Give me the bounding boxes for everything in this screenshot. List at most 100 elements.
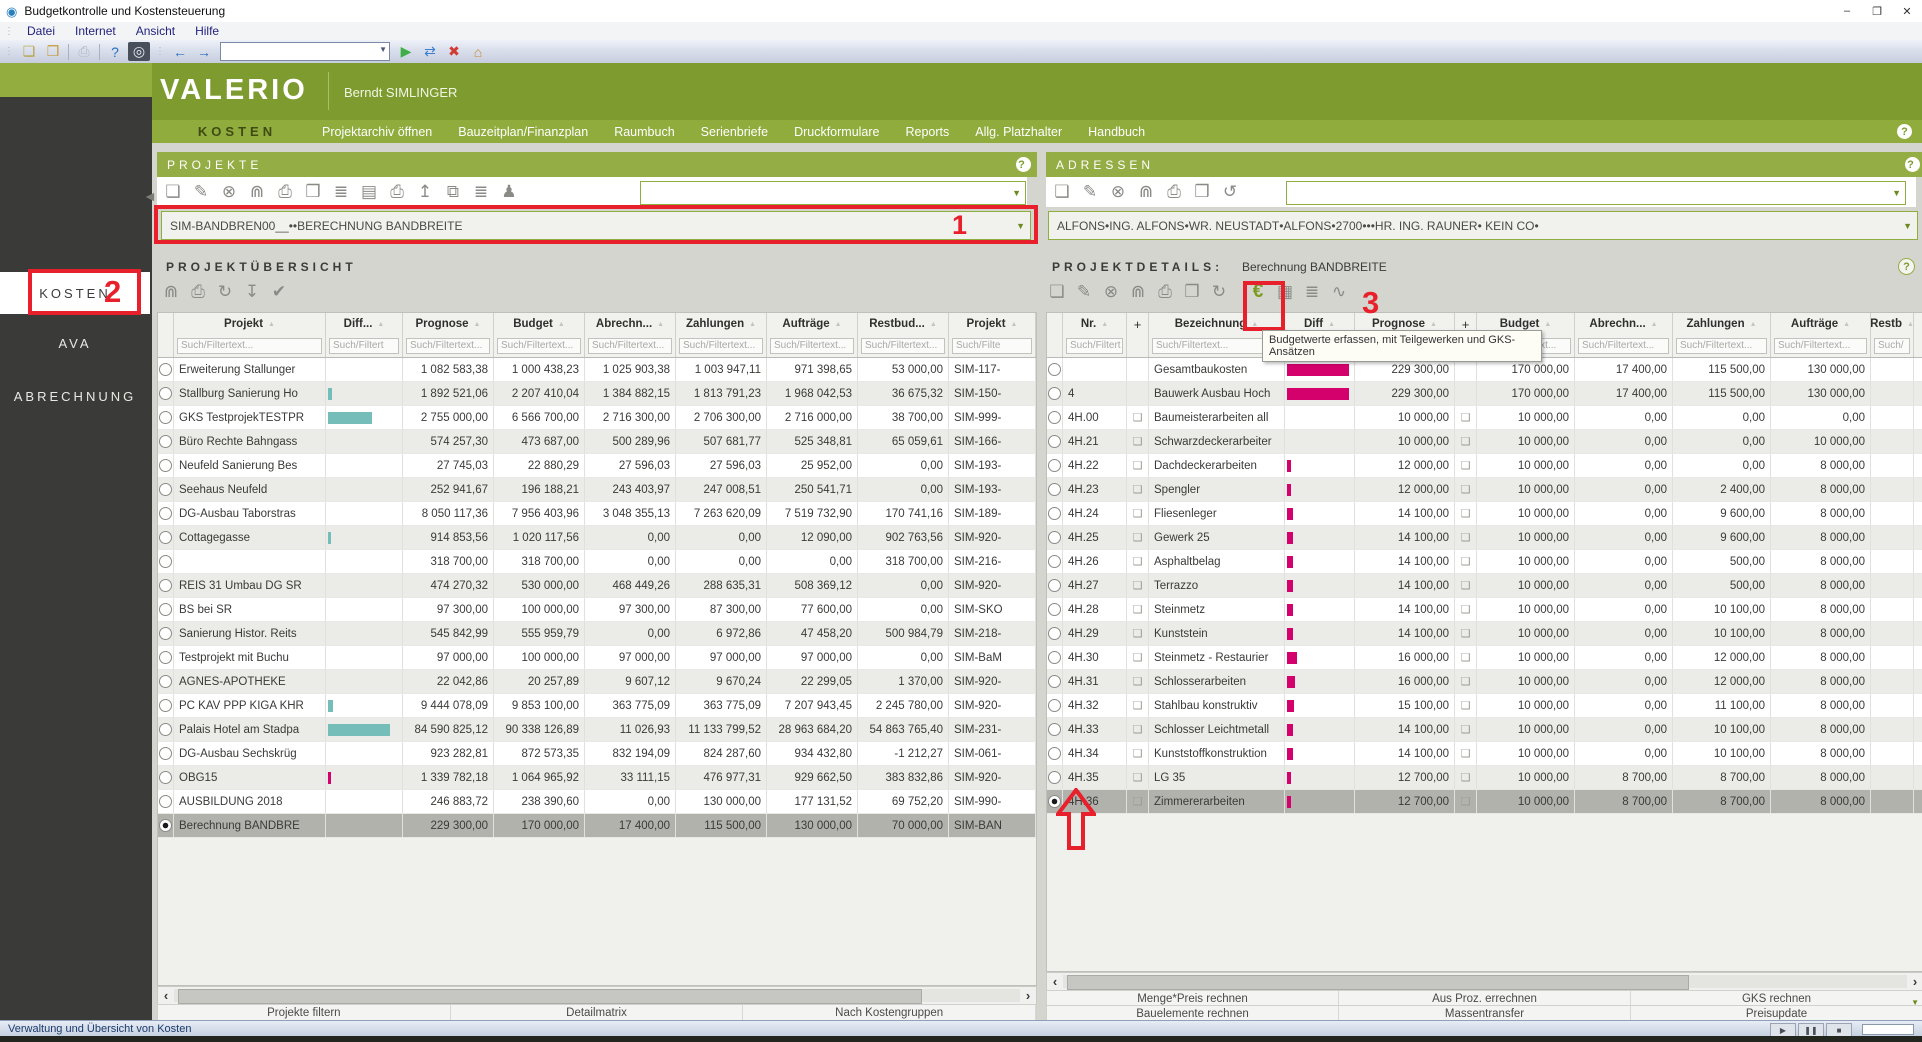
new-document-icon[interactable]: ❏ <box>18 42 40 61</box>
table-row[interactable]: Berechnung BANDBRE229 300,00170 000,0017… <box>158 814 1036 838</box>
filter-input[interactable]: Such/Filtertext... <box>177 338 322 354</box>
radio-button[interactable] <box>1048 483 1061 496</box>
radio-button[interactable] <box>159 771 172 784</box>
forward-icon[interactable]: → <box>193 42 215 61</box>
print-project-icon[interactable]: ⎙ <box>273 181 297 203</box>
document-icon[interactable]: ❏ <box>1461 795 1471 808</box>
menu-item-internet[interactable]: Internet <box>65 24 126 38</box>
document-icon[interactable]: ❏ <box>1461 699 1471 712</box>
radio-button[interactable] <box>159 459 172 472</box>
document-icon[interactable]: ❏ <box>1133 459 1143 472</box>
table-row[interactable]: 4H.28❏Steinmetz14 100,00❏10 000,000,0010… <box>1047 598 1922 622</box>
document-icon[interactable]: ❏ <box>1133 675 1143 688</box>
document-icon[interactable]: ❏ <box>1461 483 1471 496</box>
footer-tab-preisupdate[interactable]: Preisupdate <box>1631 1006 1922 1021</box>
sort-arrow-icon[interactable]: ▲ <box>1843 321 1850 328</box>
addresses-search-combobox[interactable]: ▼ <box>1286 181 1906 205</box>
table-row[interactable]: DG-Ausbau Sechskrüg923 282,81872 573,358… <box>158 742 1036 766</box>
radio-button[interactable] <box>159 411 172 424</box>
table-row[interactable]: OBG151 339 782,181 064 965,9233 111,1547… <box>158 766 1036 790</box>
radio-button[interactable] <box>1048 579 1061 592</box>
document-icon[interactable]: ❏ <box>1461 747 1471 760</box>
menu-item-datei[interactable]: Datei <box>17 24 65 38</box>
filter-input[interactable]: Such/Filtertext... <box>1578 338 1669 354</box>
radio-button[interactable] <box>159 819 172 832</box>
toolbar-combobox[interactable]: ▼ <box>220 42 390 61</box>
collapse-panel-icon[interactable]: ◄ <box>143 188 157 204</box>
radio-button[interactable] <box>1048 555 1061 568</box>
home-icon[interactable]: ⌂ <box>467 42 489 61</box>
table-row[interactable]: 4H.27❏Terrazzo14 100,00❏10 000,000,00500… <box>1047 574 1922 598</box>
scroll-left-icon[interactable]: ‹ <box>1047 974 1063 989</box>
overview-col-diff[interactable]: Diff...▲ <box>326 313 403 335</box>
table-row[interactable]: 4H.32❏Stahlbau konstruktiv15 100,00❏10 0… <box>1047 694 1922 718</box>
footer-tab-nach-kostengruppen[interactable]: Nach Kostengruppen <box>743 1005 1036 1021</box>
sidebar-item-ava[interactable]: AVA <box>0 322 150 364</box>
filter-input[interactable]: Such/Filte <box>952 338 1032 354</box>
table-row[interactable]: Seehaus Neufeld252 941,67196 188,21243 4… <box>158 478 1036 502</box>
details-scroll-thumb[interactable] <box>1067 975 1689 990</box>
table-row[interactable]: GKS TestprojekTESTPR2 755 000,006 566 70… <box>158 406 1036 430</box>
document-icon[interactable]: ❏ <box>1133 555 1143 568</box>
radio-button[interactable] <box>1048 747 1061 760</box>
footer-tab-bauelemente-rechnen[interactable]: Bauelemente rechnen <box>1047 1006 1339 1021</box>
table-row[interactable]: Testprojekt mit Buchu97 000,00100 000,00… <box>158 646 1036 670</box>
print-overview-icon[interactable]: ⎙ <box>187 281 209 303</box>
radio-button[interactable] <box>159 531 172 544</box>
radio-button[interactable] <box>159 507 172 520</box>
document-icon[interactable]: ❏ <box>1133 483 1143 496</box>
table-row[interactable]: 4H.23❏Spengler12 000,00❏10 000,000,002 4… <box>1047 478 1922 502</box>
sort-arrow-icon[interactable]: ▲ <box>930 321 937 328</box>
sort-arrow-icon[interactable]: ▲ <box>558 321 565 328</box>
scroll-left-icon[interactable]: ‹ <box>158 988 174 1003</box>
filter-input[interactable]: Such/Filtertext... <box>497 338 581 354</box>
import-project-icon[interactable]: ↥ <box>413 181 437 203</box>
radio-button[interactable] <box>159 651 172 664</box>
document-icon[interactable]: ❏ <box>1461 507 1471 520</box>
table-row[interactable]: Sanierung Histor. Reits545 842,99555 959… <box>158 622 1036 646</box>
document-icon[interactable]: ❏ <box>1461 771 1471 784</box>
table-row[interactable]: 4H.30❏Steinmetz - Restaurier16 000,00❏10… <box>1047 646 1922 670</box>
footer-tab-detailmatrix[interactable]: Detailmatrix <box>451 1005 744 1021</box>
document-icon[interactable]: ❏ <box>1133 603 1143 616</box>
sort-arrow-icon[interactable]: ▲ <box>1430 321 1437 328</box>
search-address-icon[interactable]: ⋒ <box>1134 181 1158 203</box>
table-row[interactable]: 4H.00❏Baumeisterarbeiten all10 000,00❏10… <box>1047 406 1922 430</box>
filter-input[interactable]: Such/Filtert <box>1066 338 1123 354</box>
chevron-down-icon[interactable]: ▼ <box>1012 188 1021 198</box>
edit-project-icon[interactable]: ✎ <box>189 181 213 203</box>
open-folder-icon[interactable]: ❒ <box>42 42 64 61</box>
detail-list-icon[interactable]: ≣ <box>1301 281 1323 303</box>
nav-link-bauzeitplan-finanzplan[interactable]: Bauzeitplan/Finanzplan <box>458 125 588 139</box>
help-icon[interactable]: ? <box>104 42 126 61</box>
edit-entry-icon[interactable]: ✎ <box>1073 281 1095 303</box>
radio-button[interactable] <box>159 363 172 376</box>
sidebar-item-kosten[interactable]: KOSTEN <box>0 272 150 314</box>
details-help-icon[interactable]: ? <box>1898 258 1915 275</box>
document-icon[interactable]: ❏ <box>1133 507 1143 520</box>
overview-col-aufträge[interactable]: Aufträge▲ <box>767 313 858 335</box>
table-row[interactable]: Erweiterung Stallunger1 082 583,381 000 … <box>158 358 1036 382</box>
details-col-aufträge[interactable]: Aufträge▲ <box>1771 313 1871 335</box>
table-row[interactable]: Stallburg Sanierung Ho1 892 521,062 207 … <box>158 382 1036 406</box>
footer-tab-aus-proz-errechnen[interactable]: Aus Proz. errechnen <box>1339 991 1631 1006</box>
overview-col-prognose[interactable]: Prognose▲ <box>403 313 494 335</box>
radio-button[interactable] <box>159 627 172 640</box>
chevron-down-icon[interactable]: ▼ <box>1903 221 1912 231</box>
table-row[interactable]: 4H.25❏Gewerk 2514 100,00❏10 000,000,009 … <box>1047 526 1922 550</box>
document-icon[interactable]: ❏ <box>1461 675 1471 688</box>
document-icon[interactable]: ❏ <box>1461 531 1471 544</box>
address-history-icon[interactable]: ↺ <box>1218 181 1242 203</box>
sort-arrow-icon[interactable]: ▲ <box>1328 321 1335 328</box>
export-overview-icon[interactable]: ↧ <box>241 281 263 303</box>
sort-arrow-icon[interactable]: ▲ <box>657 321 664 328</box>
new-address-icon[interactable]: ❏ <box>1050 181 1074 203</box>
radio-button[interactable] <box>1048 675 1061 688</box>
budget-euro-icon[interactable]: € <box>1247 281 1269 303</box>
radio-button[interactable] <box>1048 459 1061 472</box>
table-row[interactable]: 4H.31❏Schlosserarbeiten16 000,00❏10 000,… <box>1047 670 1922 694</box>
footer-tab-projekte-filtern[interactable]: Projekte filtern <box>158 1005 451 1021</box>
maximize-button[interactable]: ❐ <box>1862 0 1892 22</box>
document-icon[interactable]: ❏ <box>1133 795 1143 808</box>
radio-button[interactable] <box>1048 771 1061 784</box>
